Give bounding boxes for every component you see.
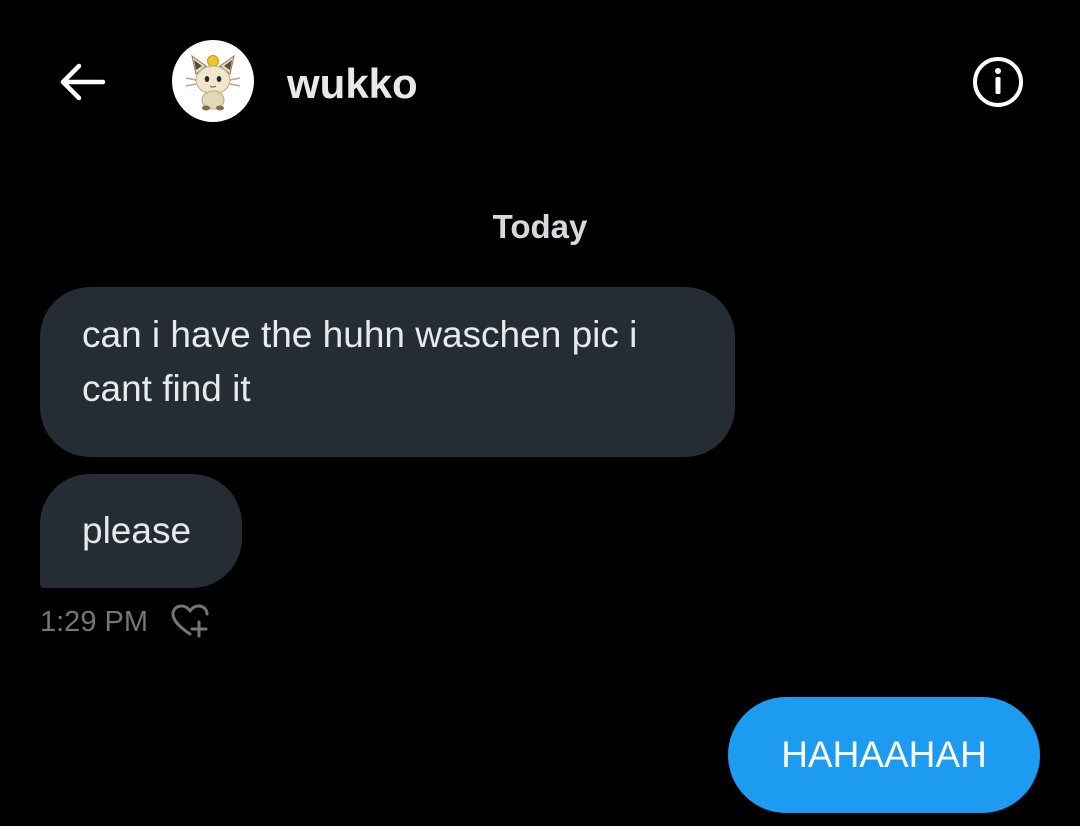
message-meta: 1:29 PM	[40, 600, 212, 644]
back-button[interactable]	[52, 52, 112, 112]
add-reaction-button[interactable]	[168, 600, 212, 644]
outgoing-message-bubble[interactable]: HAHAAHAH	[728, 697, 1040, 813]
conversation-header: wukko	[0, 0, 1080, 160]
heart-plus-icon	[171, 604, 209, 638]
conversation-info-button[interactable]	[966, 50, 1030, 114]
message-text: please	[82, 510, 192, 551]
message-text: HAHAAHAH	[781, 734, 987, 775]
meowth-avatar-icon	[185, 54, 241, 111]
message-text: can i have the huhn waschen pic i cant f…	[82, 314, 638, 409]
avatar[interactable]	[172, 40, 254, 122]
incoming-message-bubble[interactable]: please	[40, 474, 242, 588]
arrow-left-icon	[60, 63, 106, 101]
message-timestamp: 1:29 PM	[40, 606, 148, 638]
conversation-username[interactable]: wukko	[287, 58, 418, 110]
date-separator: Today	[492, 208, 588, 245]
info-circle-icon	[973, 57, 1023, 107]
incoming-message-bubble[interactable]: can i have the huhn waschen pic i cant f…	[40, 287, 735, 457]
